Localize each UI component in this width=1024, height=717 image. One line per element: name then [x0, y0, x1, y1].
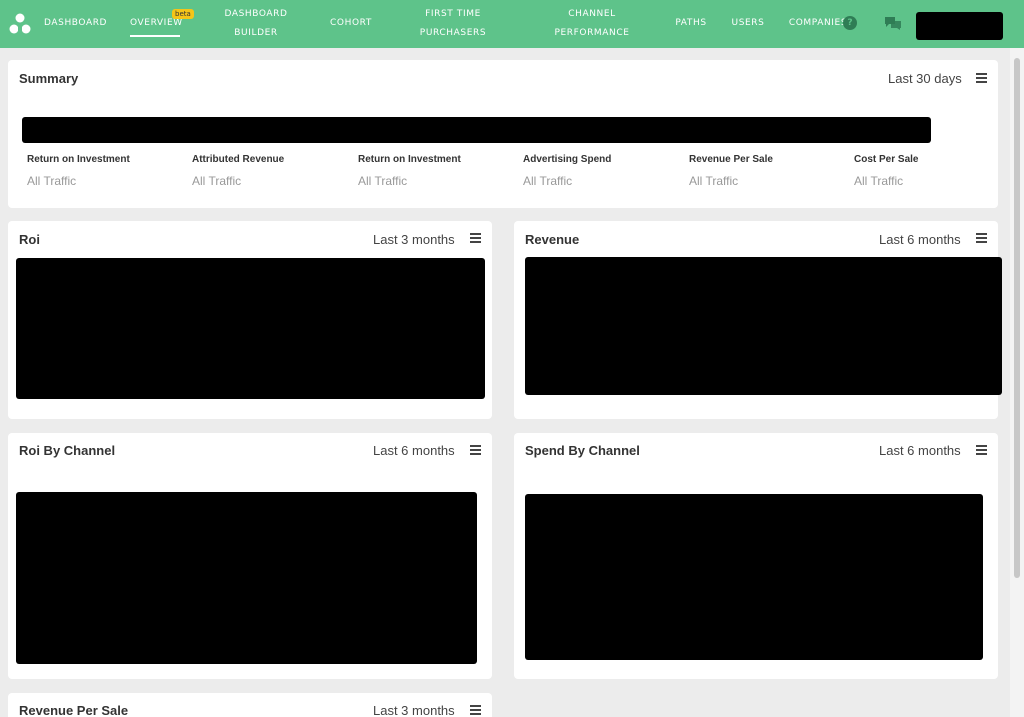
metric-filter[interactable]: All Traffic	[192, 174, 241, 188]
revenue-per-sale-range[interactable]: Last 3 months	[373, 703, 455, 717]
metric-label: Return on Investment	[27, 154, 130, 165]
beta-badge: beta	[172, 9, 194, 19]
revenue-menu-icon[interactable]	[976, 233, 987, 243]
nav-item-companies[interactable]: COMPANIES	[788, 14, 848, 33]
account-menu[interactable]	[916, 12, 1003, 40]
roi-panel: Roi Last 3 months	[8, 221, 492, 419]
spend-by-channel-title: Spend By Channel	[525, 443, 640, 458]
roi-chart-redacted	[16, 258, 485, 399]
metric-label: Return on Investment	[358, 154, 461, 165]
metric-filter[interactable]: All Traffic	[358, 174, 407, 188]
metric-filter[interactable]: All Traffic	[523, 174, 572, 188]
roi-by-channel-panel: Roi By Channel Last 6 months	[8, 433, 492, 679]
spend-by-channel-range[interactable]: Last 6 months	[879, 443, 961, 458]
roi-by-channel-menu-icon[interactable]	[470, 445, 481, 455]
nav-item-paths[interactable]: PATHS	[672, 14, 710, 33]
metric-label: Advertising Spend	[523, 154, 612, 165]
page-scrollbar[interactable]	[1010, 48, 1024, 717]
roi-by-channel-title: Roi By Channel	[19, 443, 116, 458]
revenue-range[interactable]: Last 6 months	[879, 232, 961, 247]
roi-menu-icon[interactable]	[470, 233, 481, 243]
summary-menu-icon[interactable]	[976, 73, 987, 83]
metric-filter[interactable]: All Traffic	[689, 174, 738, 188]
roi-title: Roi	[19, 232, 40, 247]
spend-by-channel-chart-redacted	[525, 494, 983, 660]
revenue-per-sale-menu-icon[interactable]	[470, 705, 481, 715]
nav-item-first-time-purchasers[interactable]: FIRST TIME PURCHASERS	[418, 5, 488, 43]
revenue-chart-redacted	[525, 257, 1002, 395]
nav-item-channel-performance[interactable]: CHANNEL PERFORMANCE	[552, 5, 632, 43]
nav-item-dashboard[interactable]: DASHBOARD	[44, 14, 106, 33]
summary-range[interactable]: Last 30 days	[888, 71, 962, 86]
summary-card: Summary Last 30 days Return on Investmen…	[8, 60, 998, 208]
metric-label: Attributed Revenue	[192, 154, 285, 165]
revenue-per-sale-title: Revenue Per Sale	[19, 703, 129, 717]
nav-item-dashboard-builder[interactable]: DASHBOARD BUILDER	[222, 5, 290, 43]
help-icon[interactable]: ?	[843, 16, 857, 30]
summary-banner-redacted	[22, 117, 931, 143]
scrollbar-thumb[interactable]	[1014, 58, 1020, 578]
nav-item-users[interactable]: USERS	[728, 14, 768, 33]
top-nav-bar: DASHBOARD OVERVIEW beta DASHBOARD BUILDE…	[0, 0, 1024, 48]
revenue-title: Revenue	[525, 232, 580, 247]
roi-range[interactable]: Last 3 months	[373, 232, 455, 247]
chat-icon[interactable]	[884, 16, 902, 30]
app-logo-icon[interactable]	[8, 12, 32, 36]
metric-label: Revenue Per Sale	[689, 154, 773, 165]
metric-label: Cost Per Sale	[854, 154, 919, 165]
nav-item-cohort[interactable]: COHORT	[326, 14, 376, 33]
metric-filter[interactable]: All Traffic	[854, 174, 903, 188]
roi-by-channel-chart-redacted	[16, 492, 477, 664]
metric-filter[interactable]: All Traffic	[27, 174, 76, 188]
spend-by-channel-menu-icon[interactable]	[976, 445, 987, 455]
roi-by-channel-range[interactable]: Last 6 months	[373, 443, 455, 458]
revenue-per-sale-panel: Revenue Per Sale Last 3 months	[8, 693, 492, 717]
revenue-panel: Revenue Last 6 months	[514, 221, 1002, 419]
summary-title: Summary	[19, 71, 79, 86]
spend-by-channel-panel: Spend By Channel Last 6 months	[514, 433, 998, 679]
